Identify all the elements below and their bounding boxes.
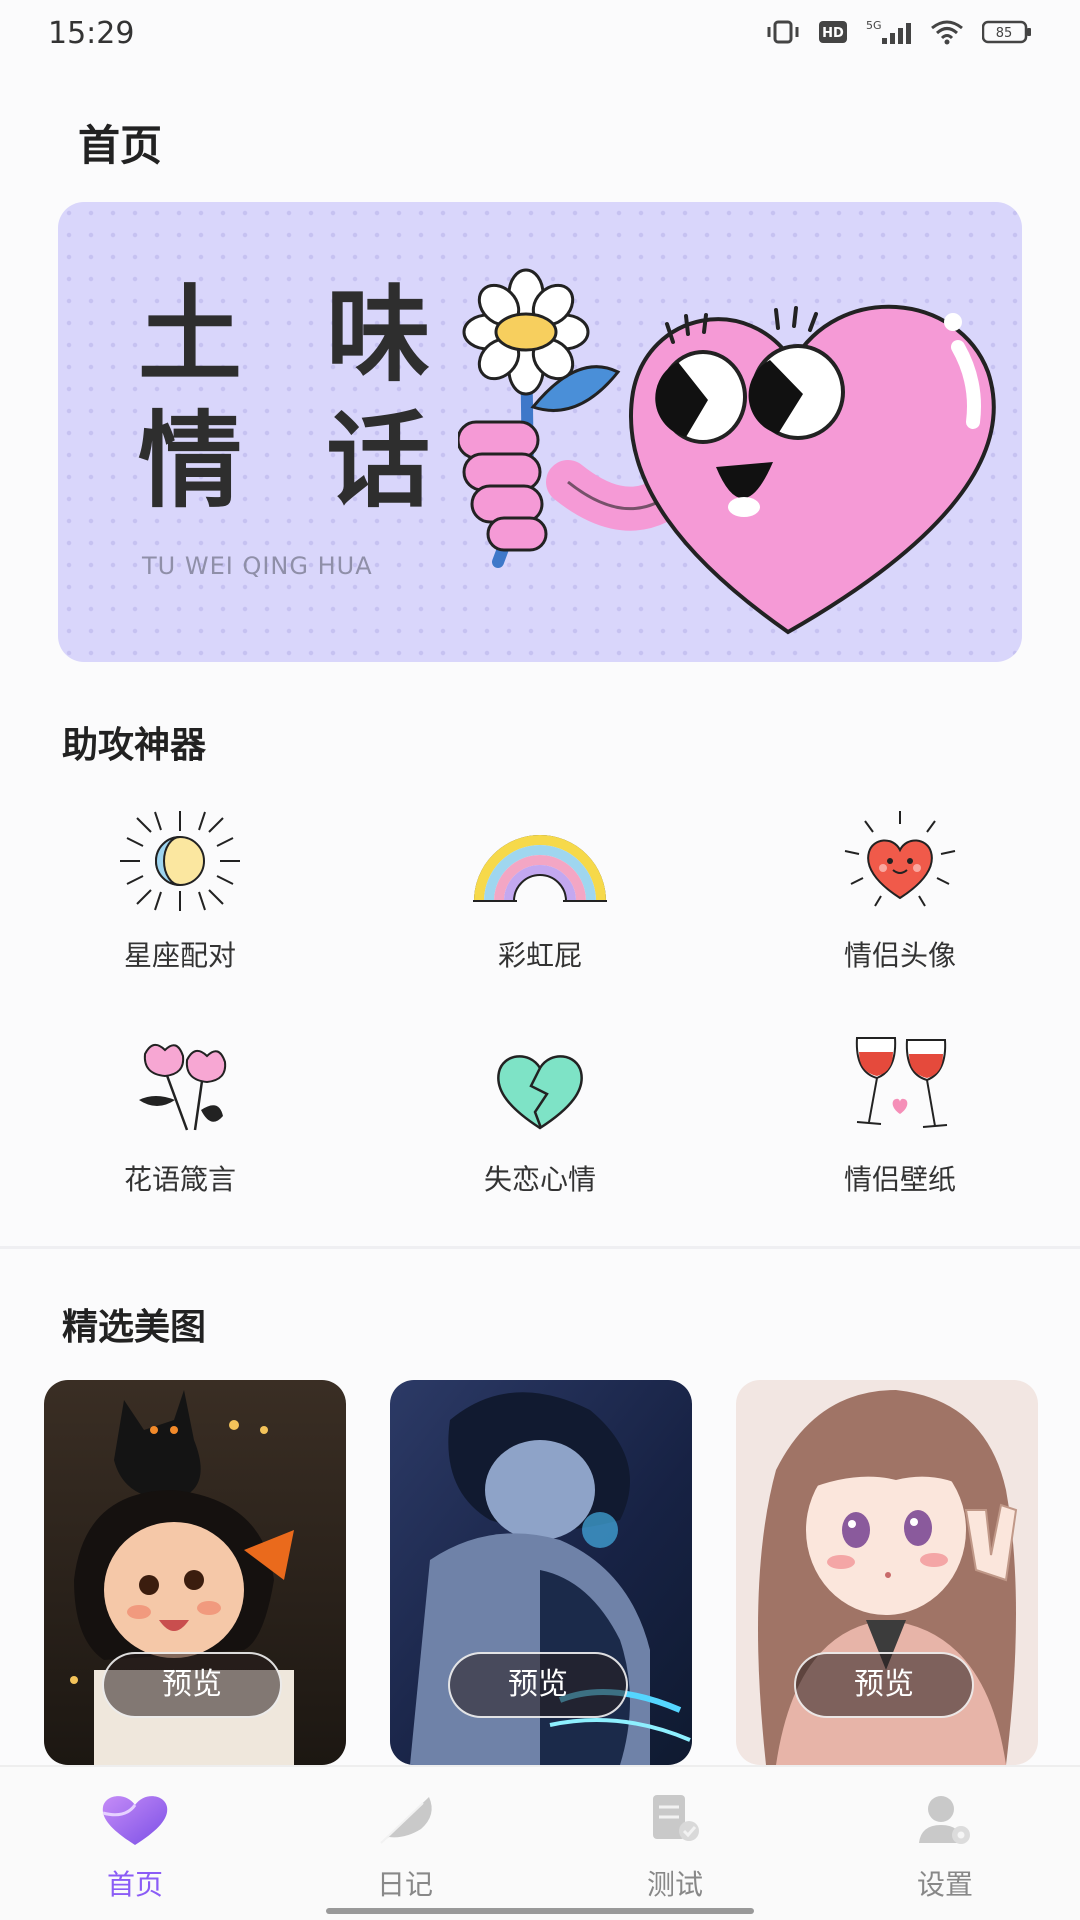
tab-label: 测试: [646, 1868, 703, 1901]
tool-flower-language[interactable]: 花语箴言: [60, 1030, 300, 1198]
bottom-tab-bar: 首页 日记 测试 设置: [0, 1765, 1080, 1920]
network-text: 5G: [866, 19, 882, 32]
vibrate-icon: [766, 19, 800, 49]
rainbow-icon: [473, 835, 607, 902]
preview-button[interactable]: 预览: [794, 1652, 974, 1718]
signal-icon: 5G: [866, 18, 912, 50]
tab-label: 日记: [376, 1868, 433, 1901]
wifi-icon: [930, 19, 964, 49]
gallery-section-title: 精选美图: [62, 1307, 207, 1348]
banner-title: 土 味 情 话: [138, 272, 454, 524]
tab-label: 设置: [916, 1868, 973, 1901]
banner-title-line1: 土 味: [138, 274, 455, 396]
tool-label: 彩虹屁: [497, 939, 582, 972]
tool-label: 花语箴言: [123, 1163, 236, 1196]
gallery-card-1[interactable]: 预览: [44, 1380, 346, 1765]
tool-constellation-match[interactable]: 星座配对: [60, 806, 300, 974]
battery-text: 85: [996, 26, 1013, 41]
status-time: 15:29: [48, 16, 135, 51]
heart-mascot-illustration: [458, 268, 996, 635]
test-icon: [653, 1795, 699, 1841]
gallery-card-2[interactable]: 预览: [390, 1380, 692, 1765]
broken-heart-icon: [497, 1055, 583, 1130]
preview-button[interactable]: 预览: [102, 1652, 282, 1718]
tool-label: 情侣头像: [843, 939, 956, 972]
battery-icon: 85: [981, 19, 1032, 49]
page-title: 首页: [78, 121, 163, 170]
gallery-card-3[interactable]: 预览: [736, 1380, 1038, 1765]
tab-diary[interactable]: 日记: [305, 1789, 505, 1903]
hd-text: HD: [822, 26, 844, 41]
tab-test[interactable]: 测试: [575, 1789, 775, 1903]
section-divider: [0, 1246, 1080, 1249]
tab-home[interactable]: 首页: [35, 1789, 235, 1903]
banner-title-line2: 情 话: [138, 400, 455, 522]
smiling-heart-icon: [844, 811, 956, 907]
banner[interactable]: 土 味 情 话 TU WEI QING HUA: [58, 202, 1022, 662]
tool-label: 情侣壁纸: [843, 1163, 956, 1196]
banner-subtitle: TU WEI QING HUA: [142, 552, 373, 580]
tool-rainbow-praise[interactable]: 彩虹屁: [420, 806, 660, 974]
tool-label: 星座配对: [123, 939, 236, 972]
featured-gallery: 预览 预览 预览: [0, 1380, 1080, 1765]
preview-button[interactable]: 预览: [448, 1652, 628, 1718]
tool-label: 失恋心情: [483, 1163, 596, 1196]
flowers-icon: [139, 1043, 227, 1131]
feather-icon: [380, 1797, 432, 1844]
tab-settings[interactable]: 设置: [845, 1789, 1045, 1903]
tool-couple-avatar[interactable]: 情侣头像: [780, 806, 1020, 974]
tool-couple-wallpaper[interactable]: 情侣壁纸: [780, 1030, 1020, 1198]
sun-moon-icon: [120, 811, 240, 911]
user-settings-icon: [919, 1796, 970, 1844]
tab-label: 首页: [106, 1868, 163, 1901]
status-icons: HD 5G 85: [766, 18, 1032, 50]
wine-glasses-icon: [855, 1037, 948, 1128]
hd-icon: HD: [818, 20, 848, 48]
status-bar: 15:29 HD 5G 85: [0, 0, 1080, 70]
home-indicator[interactable]: [326, 1908, 754, 1914]
tools-section-title: 助攻神器: [62, 725, 207, 766]
tool-heartbreak-mood[interactable]: 失恋心情: [420, 1030, 660, 1198]
heart-icon: [102, 1796, 168, 1845]
